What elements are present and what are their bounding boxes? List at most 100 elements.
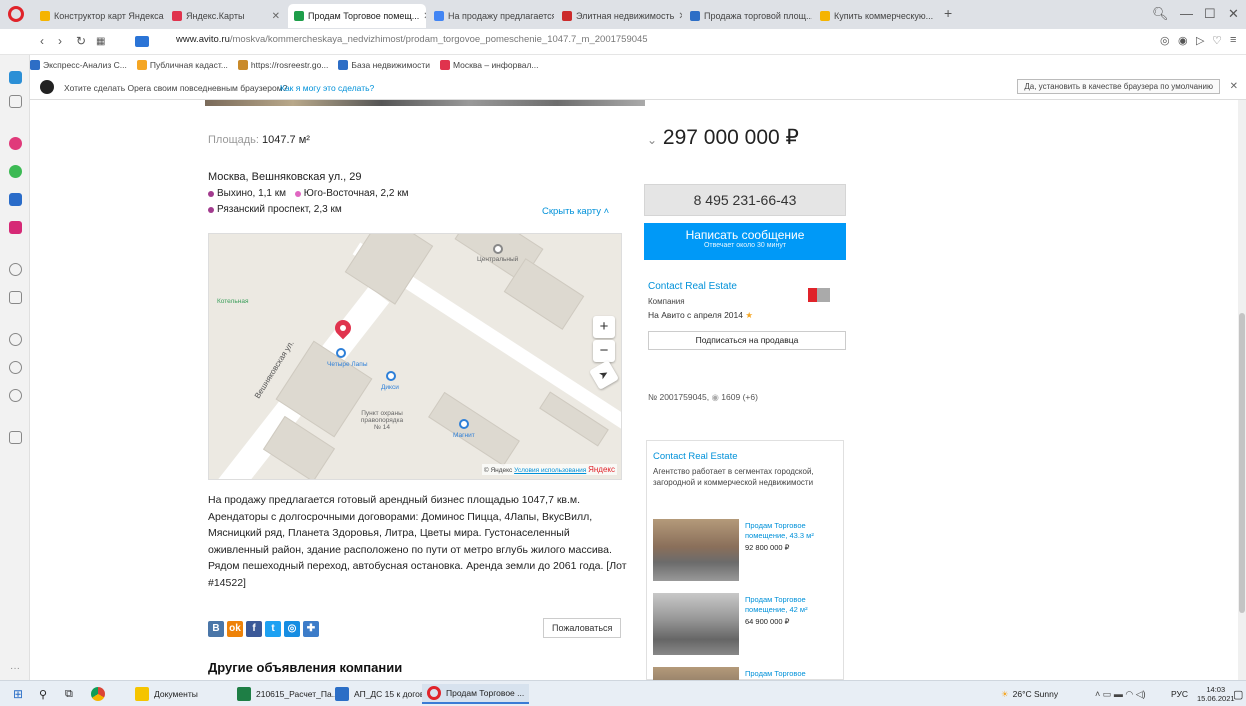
back-icon[interactable]: ‹ <box>40 34 44 48</box>
home-icon[interactable] <box>9 71 22 84</box>
instagram-icon[interactable] <box>9 221 22 234</box>
search-icon[interactable]: ⚲ <box>34 684 52 704</box>
map-poi-icon[interactable] <box>336 348 346 358</box>
maximize-icon[interactable]: ☐ <box>1204 6 1216 22</box>
menu-icon[interactable]: ≡ <box>1230 34 1236 46</box>
subscribe-button[interactable]: Подписаться на продавца <box>648 331 846 350</box>
player-icon[interactable] <box>9 291 22 304</box>
complain-button[interactable]: Пожаловаться <box>543 618 622 638</box>
star-icon[interactable] <box>9 95 22 108</box>
clock-icon[interactable] <box>9 263 22 276</box>
chevron-up-icon: ˄ <box>603 206 610 217</box>
close-icon[interactable]: ✕ <box>419 11 426 22</box>
opera-logo-icon[interactable] <box>8 6 24 22</box>
bookmark-3[interactable]: https://rosreestr.go... <box>237 60 328 70</box>
notice-link[interactable]: Как я могу это сделать? <box>280 83 374 93</box>
vk-icon[interactable] <box>9 193 22 206</box>
tab-label: Продам Торговое помещ... <box>308 11 420 21</box>
tab-label: Продажа торговой площ... <box>704 11 812 21</box>
bookmark-5[interactable]: Москва – инфорвал... <box>439 60 539 70</box>
yandex-map[interactable]: Вешняковская ул. Четыре Лапы Дикси Магни… <box>208 233 622 480</box>
tab-2[interactable]: Яндекс.Карты ✕ <box>166 4 286 28</box>
hide-map-link[interactable]: Скрыть карту ˄ <box>542 206 609 217</box>
tab-4[interactable]: На продажу предлагается...✕ <box>428 4 554 28</box>
facebook-share-icon[interactable]: f <box>246 621 262 637</box>
taskbar-item-2[interactable]: 210615_Расчет_Па... <box>232 684 344 704</box>
phone-button[interactable]: 8 495 231-66-43 <box>644 184 846 216</box>
language-indicator[interactable]: РУС <box>1166 684 1193 704</box>
tab-5[interactable]: Элитная недвижимость✕ <box>556 4 682 28</box>
minimize-icon[interactable]: — <box>1180 6 1193 21</box>
map-poi-icon[interactable] <box>493 244 503 254</box>
bookmark-4[interactable]: База недвижимости <box>338 60 430 70</box>
taskbar-item-1[interactable]: Документы <box>130 684 203 704</box>
seller-logo[interactable] <box>808 288 830 302</box>
messenger-icon[interactable] <box>9 137 22 150</box>
notifications-icon[interactable]: ▢ <box>1228 684 1246 704</box>
locate-button[interactable]: ➤ <box>588 359 620 391</box>
ad-title-link[interactable]: Продам Торговое помещение, 42 м² <box>745 595 843 615</box>
close-icon[interactable]: ✕ <box>674 11 682 22</box>
vpn-icon[interactable]: ◉ <box>1178 34 1188 47</box>
heart-icon[interactable]: ♡ <box>1212 34 1222 47</box>
tab-6[interactable]: Продажа торговой площ...✕ <box>684 4 812 28</box>
tab-3-active[interactable]: Продам Торговое помещ...✕ <box>288 4 426 28</box>
url-field[interactable]: www.avito.ru/moskva/kommercheskaya_nedvi… <box>176 34 648 45</box>
ad-item-2: Продам Торговое помещение, 42 м² 64 900 0… <box>745 595 843 627</box>
taskbar-item-4[interactable]: Продам Торговое ... <box>422 684 530 704</box>
write-message-button[interactable]: Написать сообщение Отвечает около 30 мин… <box>644 223 846 260</box>
close-icon[interactable]: ✕ <box>1230 81 1238 92</box>
scrollbar-thumb[interactable] <box>1239 313 1245 613</box>
hide-map-label: Скрыть карту <box>542 206 601 217</box>
zoom-in-button[interactable]: + <box>593 316 615 338</box>
page-scrollbar[interactable] <box>1238 100 1246 680</box>
reload-icon[interactable]: ↻ <box>76 34 86 48</box>
whatsapp-icon[interactable] <box>9 165 22 178</box>
ad-title-link[interactable]: Продам Торговое <box>745 669 806 679</box>
extensions-icon[interactable] <box>9 431 22 444</box>
new-tab-button[interactable]: + <box>944 5 952 21</box>
tray-icons[interactable]: ˄ ▭ ▬ ◠ ◁) <box>1090 684 1151 704</box>
ad-thumbnail[interactable] <box>653 593 739 655</box>
history-icon[interactable] <box>9 361 22 374</box>
close-window-icon[interactable]: ✕ <box>1228 6 1239 22</box>
bookmark-2[interactable]: Публичная кадаст... <box>136 60 228 70</box>
settings-icon[interactable] <box>9 389 22 402</box>
bookmark-1[interactable]: Экспресс-Анализ С... <box>30 60 127 70</box>
camera-icon[interactable]: ◎ <box>1160 34 1170 47</box>
area-row: Площадь: 1047.7 м² <box>208 134 310 146</box>
ad-title-link[interactable]: Продам Торговое помещение, 43.3 м² <box>745 521 843 541</box>
tab-7[interactable]: Купить коммерческую...✕ <box>814 4 938 28</box>
set-default-button[interactable]: Да, установить в качестве браузера по ум… <box>1017 79 1220 94</box>
player-icon[interactable]: ▷ <box>1196 34 1204 47</box>
map-poi-icon[interactable] <box>386 371 396 381</box>
weather-widget[interactable]: ☀ 26°C Sunny <box>996 684 1063 704</box>
mail-share-icon[interactable]: ◎ <box>284 621 300 637</box>
vk-share-icon[interactable]: В <box>208 621 224 637</box>
chrome-app[interactable] <box>86 684 115 704</box>
tab-1[interactable]: Конструктор карт Яндекса✕ <box>34 4 164 28</box>
speed-dial-icon[interactable]: ▦ <box>96 36 105 47</box>
heart-icon[interactable] <box>9 333 22 346</box>
start-icon[interactable]: ⊞ <box>8 684 28 704</box>
close-icon[interactable]: ✕ <box>933 11 938 22</box>
task-view-icon[interactable]: ⧉ <box>60 684 78 704</box>
forward-icon[interactable]: › <box>58 34 62 48</box>
search-tabs-icon[interactable]: 🔍︎ <box>1152 6 1169 22</box>
map-poi-icon[interactable] <box>459 419 469 429</box>
security-badge-icon[interactable] <box>135 36 149 47</box>
lj-share-icon[interactable]: ✚ <box>303 621 319 637</box>
close-icon[interactable]: ✕ <box>268 11 280 22</box>
more-icon[interactable]: ··· <box>10 663 20 674</box>
map-terms-link[interactable]: Условия использования <box>514 467 586 474</box>
photo-gallery-strip[interactable] <box>205 100 645 106</box>
seller-name-link[interactable]: Contact Real Estate <box>648 281 753 293</box>
card-title-link[interactable]: Contact Real Estate <box>653 451 837 462</box>
twitter-share-icon[interactable]: t <box>265 621 281 637</box>
zoom-out-button[interactable]: − <box>593 340 615 362</box>
price: ⌄ 297 000 000 ₽ <box>647 125 799 150</box>
ad-thumbnail[interactable] <box>653 667 739 680</box>
ad-thumbnail[interactable] <box>653 519 739 581</box>
ok-share-icon[interactable]: ok <box>227 621 243 637</box>
chevron-down-icon[interactable]: ⌄ <box>647 133 657 147</box>
